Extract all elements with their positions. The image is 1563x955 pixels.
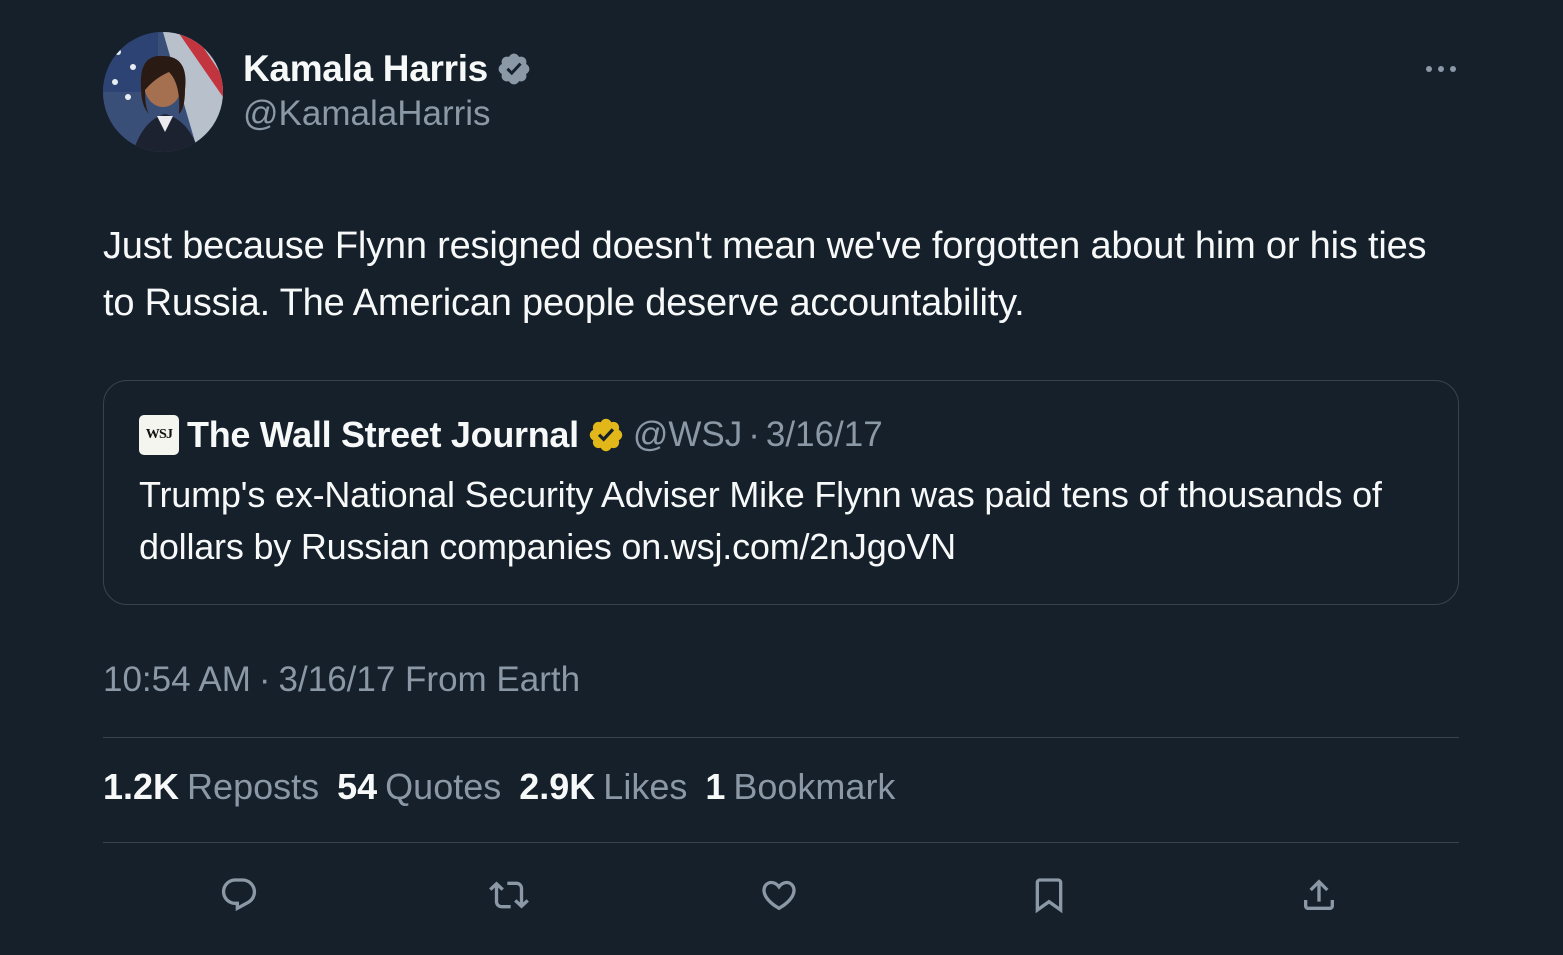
tweet-text: Just because Flynn resigned doesn't mean… [103, 225, 1427, 324]
likes-stat[interactable]: 2.9K Likes [519, 766, 687, 808]
quotes-label: Quotes [385, 766, 502, 807]
gold-verified-badge-icon [589, 418, 623, 452]
quotes-stat[interactable]: 54 Quotes [337, 766, 501, 808]
like-button[interactable] [750, 866, 808, 924]
bookmarks-stat[interactable]: 1 Bookmark [705, 766, 895, 808]
avatar[interactable] [103, 32, 223, 152]
quoted-separator: · [748, 415, 760, 454]
quoted-tweet-text: Trump's ex-National Security Adviser Mik… [139, 474, 1382, 567]
repost-icon [489, 881, 529, 909]
bookmark-button[interactable] [1020, 866, 1078, 924]
divider-bottom [103, 842, 1459, 843]
share-button[interactable] [1290, 866, 1348, 924]
tweet: Kamala Harris @KamalaHarris Just because… [103, 0, 1459, 955]
author-display-name[interactable]: Kamala Harris [243, 48, 488, 90]
bookmarks-count: 1 [705, 766, 726, 807]
author-name-row: Kamala Harris [243, 46, 532, 92]
meta-separator: · [258, 660, 271, 699]
likes-label: Likes [603, 766, 688, 807]
reply-icon [221, 878, 257, 912]
divider-top [103, 737, 1459, 738]
bookmarks-label: Bookmark [733, 766, 896, 807]
quoted-tweet-card[interactable]: WSJ The Wall Street Journal @WSJ · 3/16/… [103, 380, 1459, 605]
bookmark-icon [1035, 878, 1063, 914]
quoted-tweet-header: WSJ The Wall Street Journal @WSJ · 3/16/… [139, 413, 883, 457]
verified-badge-icon [498, 53, 530, 85]
tweet-time[interactable]: 10:54 AM [103, 660, 251, 699]
more-options-icon[interactable] [1423, 54, 1459, 84]
author-handle[interactable]: @KamalaHarris [243, 94, 491, 134]
quotes-count: 54 [337, 766, 378, 807]
tweet-metadata: 10:54 AM · 3/16/17 From Earth [103, 660, 580, 700]
repost-button[interactable] [480, 866, 538, 924]
quoted-author-handle: @WSJ [632, 415, 743, 454]
share-icon [1304, 879, 1334, 910]
tweet-date-source: 3/16/17 From Earth [278, 660, 581, 699]
quoted-date: 3/16/17 [765, 415, 883, 454]
action-bar [103, 866, 1459, 924]
likes-count: 2.9K [519, 766, 596, 807]
avatar-image [103, 32, 223, 152]
like-icon [762, 880, 796, 911]
reply-button[interactable] [210, 866, 268, 924]
engagement-stats: 1.2K Reposts 54 Quotes 2.9K Likes 1 Bookmark [103, 766, 913, 808]
wsj-logo-icon: WSJ [139, 415, 179, 455]
reposts-stat[interactable]: 1.2K Reposts [103, 766, 319, 808]
reposts-label: Reposts [187, 766, 320, 807]
reposts-count: 1.2K [103, 766, 180, 807]
quoted-author-name: The Wall Street Journal [187, 414, 579, 455]
tweet-header: Kamala Harris @KamalaHarris [103, 32, 1459, 154]
